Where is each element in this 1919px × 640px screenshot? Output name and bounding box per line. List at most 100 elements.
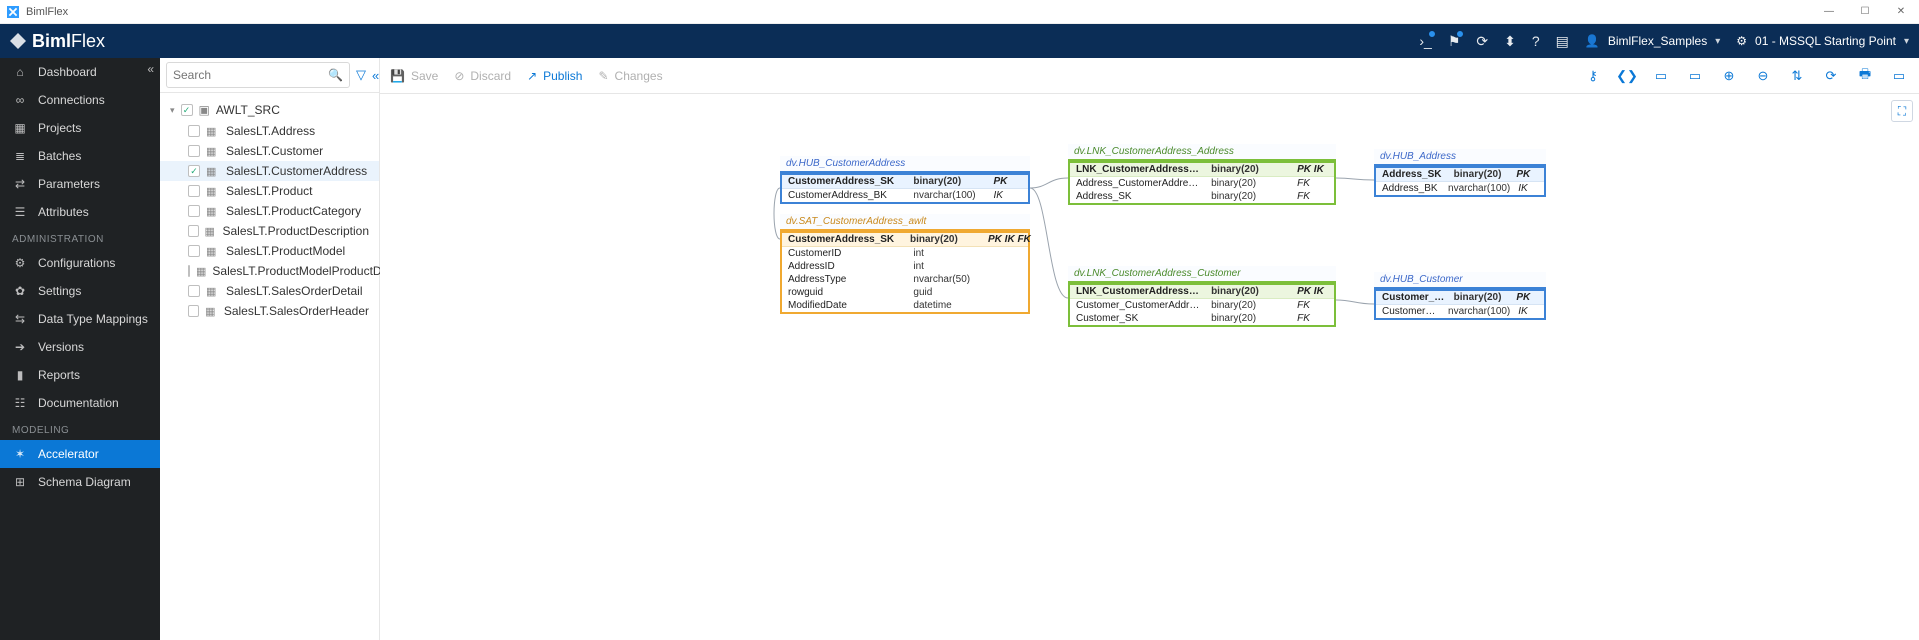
db-icon: ▣: [199, 103, 210, 117]
window-close[interactable]: ✕: [1883, 0, 1919, 24]
layout-icon[interactable]: ⇅: [1787, 66, 1807, 86]
box2-icon[interactable]: ▭: [1685, 66, 1705, 86]
tree-checkbox[interactable]: [188, 185, 200, 197]
tree-node-label: SalesLT.Product: [226, 184, 313, 198]
key-icon[interactable]: ⚷: [1583, 66, 1603, 86]
tree-node[interactable]: ▦SalesLT.Product: [160, 181, 379, 201]
publish-button[interactable]: ↗Publish: [527, 69, 582, 83]
box1-icon[interactable]: ▭: [1651, 66, 1671, 86]
batches-icon: ≣: [12, 149, 28, 163]
type-icon[interactable]: ❮❯: [1617, 66, 1637, 86]
tree-root-checkbox[interactable]: [181, 104, 193, 116]
sidebar-item-dashboard[interactable]: ⌂Dashboard: [0, 58, 160, 86]
tree-checkbox[interactable]: [188, 145, 200, 157]
tree-checkbox[interactable]: [188, 265, 190, 277]
export-icon[interactable]: ▭: [1889, 66, 1909, 86]
search-icon[interactable]: 🔍: [328, 68, 343, 82]
sidebar-item-batches[interactable]: ≣ Batches: [0, 142, 160, 170]
tree-node[interactable]: ▦SalesLT.CustomerAddress: [160, 161, 379, 181]
sidebar-item-documentation[interactable]: ☷Documentation: [0, 389, 160, 417]
schemadiagram-icon: ⊞: [12, 475, 28, 489]
entity-hub_customeraddress[interactable]: dv.HUB_CustomerAddressCustomerAddress_SK…: [780, 156, 1030, 204]
entity-row: Customer_BKnvarchar(100)IK: [1376, 305, 1544, 318]
filter-icon[interactable]: ▽: [356, 65, 366, 85]
projects-icon: ▦: [12, 121, 28, 135]
sidebar-item-datatypemap[interactable]: ⇆Data Type Mappings: [0, 305, 160, 333]
tree-checkbox[interactable]: [188, 305, 199, 317]
entity-title: dv.HUB_Customer: [1374, 272, 1546, 287]
parameters-icon: ⇄: [12, 177, 28, 191]
search-input-wrapper[interactable]: 🔍: [166, 62, 350, 88]
sidebar-item-parameters[interactable]: ⇄Parameters: [0, 170, 160, 198]
canvas[interactable]: ⛶ dv.HUB_CustomerAddressCustomerAddress_…: [380, 94, 1919, 640]
tree-node[interactable]: ▦SalesLT.ProductModelProductDes...: [160, 261, 379, 281]
sidebar-item-versions[interactable]: ➔Versions: [0, 333, 160, 361]
refresh-icon[interactable]: ⟳: [1476, 33, 1488, 50]
sidebar-item-settings[interactable]: ✿Settings: [0, 277, 160, 305]
sidebar-item-attributes[interactable]: ☰Attributes: [0, 198, 160, 226]
col-keys: FK: [1297, 191, 1328, 202]
tree-node[interactable]: ▦SalesLT.ProductModel: [160, 241, 379, 261]
customer-selector[interactable]: ⚙ 01 - MSSQL Starting Point ▾: [1736, 34, 1909, 48]
sidebar-item-reports[interactable]: ▮Reports: [0, 361, 160, 389]
zoom-out-icon[interactable]: ⊖: [1753, 66, 1773, 86]
tree-checkbox[interactable]: [188, 285, 200, 297]
sidebar-collapse-icon[interactable]: «: [147, 62, 154, 76]
changes-button[interactable]: ✎Changes: [598, 69, 662, 83]
tree-root[interactable]: ▾ ▣ AWLT_SRC: [160, 99, 379, 121]
tree-node[interactable]: ▦SalesLT.Customer: [160, 141, 379, 161]
refresh2-icon[interactable]: ⟳: [1821, 66, 1841, 86]
tree-checkbox[interactable]: [188, 205, 200, 217]
sidebar-item-schemadiagram[interactable]: ⊞Schema Diagram: [0, 468, 160, 496]
tree-checkbox[interactable]: [188, 245, 200, 257]
project-selector[interactable]: 👤 BimlFlex_Samples ▾: [1585, 34, 1720, 48]
search-input[interactable]: [173, 68, 328, 82]
entity-row: ModifiedDatedatetime: [782, 299, 1028, 312]
sidebar-item-accelerator[interactable]: ✶Accelerator: [0, 440, 160, 468]
col-name: AddressType: [788, 274, 905, 285]
window-maximize[interactable]: ☐: [1847, 0, 1883, 24]
columns-icon[interactable]: ⬍: [1504, 33, 1516, 50]
col-type: binary(20): [1211, 191, 1289, 202]
col-type: int: [913, 248, 985, 259]
print-icon[interactable]: 🖶: [1855, 66, 1875, 86]
tree-node[interactable]: ▦SalesLT.Address: [160, 121, 379, 141]
tree-node[interactable]: ▦SalesLT.SalesOrderHeader: [160, 301, 379, 321]
help-icon[interactable]: ?: [1532, 33, 1540, 49]
discard-button[interactable]: ⊘Discard: [454, 69, 511, 83]
col-type: binary(20): [1211, 178, 1289, 189]
col-type: binary(20): [1211, 313, 1289, 324]
entity-lnk_address[interactable]: dv.LNK_CustomerAddress_AddressLNK_Custom…: [1068, 144, 1336, 205]
sidebar-item-label: Batches: [38, 149, 81, 163]
col-type: nvarchar(100): [1448, 306, 1510, 317]
entity-hub_customer[interactable]: dv.HUB_CustomerCustomer_SKbinary(20)PKCu…: [1374, 272, 1546, 320]
window-minimize[interactable]: —: [1811, 0, 1847, 24]
tree-checkbox[interactable]: [188, 165, 200, 177]
sidebar-item-configurations[interactable]: ⚙Configurations: [0, 249, 160, 277]
save-button[interactable]: 💾Save: [390, 69, 438, 83]
database-icon[interactable]: ▤: [1556, 33, 1569, 50]
tree-node[interactable]: ▦SalesLT.SalesOrderDetail: [160, 281, 379, 301]
sidebar-item-projects[interactable]: ▦Projects: [0, 114, 160, 142]
datatypemap-icon: ⇆: [12, 312, 28, 326]
col-name: CustomerAddress_BK: [788, 190, 905, 201]
zoom-in-icon[interactable]: ⊕: [1719, 66, 1739, 86]
sidebar-item-connections[interactable]: ∞Connections: [0, 86, 160, 114]
col-type: nvarchar(100): [1448, 183, 1510, 194]
tree-checkbox[interactable]: [188, 225, 199, 237]
publish-icon: ↗: [527, 69, 537, 83]
entity-hub_address[interactable]: dv.HUB_AddressAddress_SKbinary(20)PKAddr…: [1374, 149, 1546, 197]
tree-node[interactable]: ▦SalesLT.ProductCategory: [160, 201, 379, 221]
tree-checkbox[interactable]: [188, 125, 200, 137]
fullscreen-icon[interactable]: ⛶: [1891, 100, 1913, 122]
col-type: nvarchar(50): [913, 274, 985, 285]
entity-lnk_customer[interactable]: dv.LNK_CustomerAddress_CustomerLNK_Custo…: [1068, 266, 1336, 327]
entity-sat_customeraddress[interactable]: dv.SAT_CustomerAddress_awltCustomerAddre…: [780, 214, 1030, 314]
accelerator-icon: ✶: [12, 447, 28, 461]
console-icon[interactable]: ›_: [1419, 33, 1431, 49]
tree-node[interactable]: ▦SalesLT.ProductDescription: [160, 221, 379, 241]
tree-collapse-icon[interactable]: «: [372, 65, 379, 85]
sidebar: « ⌂Dashboard∞Connections▦Projects ≣ Batche…: [0, 58, 160, 640]
flag-icon[interactable]: ⚑: [1448, 33, 1461, 50]
entity-row: LNK_CustomerAddress_Customer_SKbinary(20…: [1070, 285, 1334, 299]
